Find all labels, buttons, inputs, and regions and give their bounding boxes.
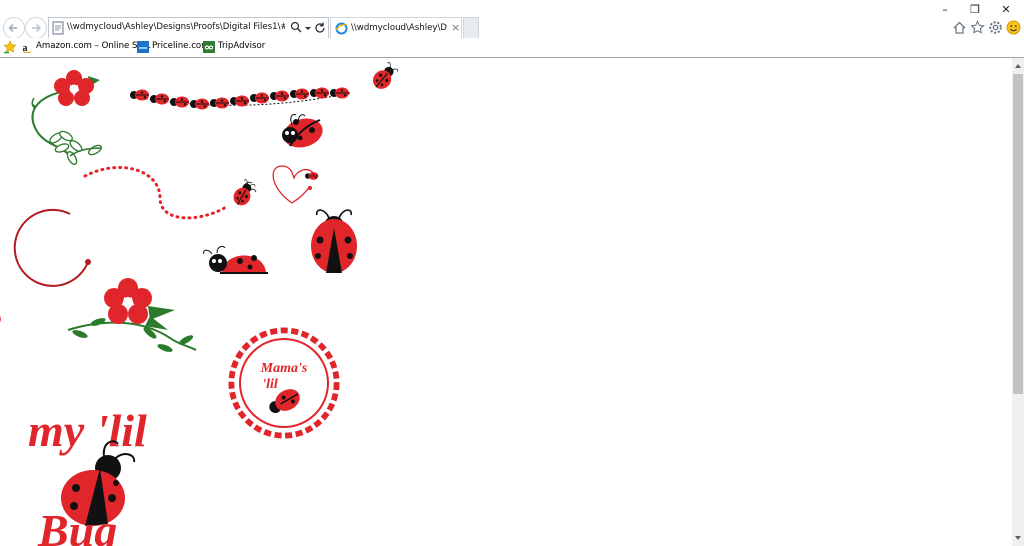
tab-title: \\wdmycloud\Ashley\Desig... [351, 23, 447, 33]
refresh-icon[interactable] [314, 21, 326, 35]
flower-vine-clipart [31, 70, 103, 165]
settings-gear-icon[interactable] [988, 20, 1003, 35]
minimize-button[interactable]: – [937, 3, 953, 17]
heart-ladybug-clipart [272, 165, 319, 204]
bug-text: Bug [37, 505, 117, 546]
address-url[interactable]: \\wdmycloud\Ashley\Designs\Proofs\Digita… [67, 22, 285, 32]
browser-toolbar: \\wdmycloud\Ashley\Designs\Proofs\Digita… [0, 0, 1024, 39]
forward-icon [32, 24, 41, 32]
ladybug-clipart [282, 114, 323, 148]
favorite-label: TripAdvisor [218, 41, 266, 51]
page-content: Mama's 'lil my 'lil Bug [0, 58, 1012, 546]
my-lil-text: my 'lil [28, 405, 147, 456]
smiley-feedback-icon[interactable] [1006, 20, 1021, 35]
mamas-lil-badge: Mama's 'lil [228, 327, 340, 439]
scroll-down-icon[interactable] [1014, 534, 1022, 542]
my-lil-bug-design: my 'lil Bug [28, 405, 147, 546]
tab-current[interactable]: \\wdmycloud\Ashley\Desig... × [330, 17, 462, 39]
back-button[interactable] [3, 17, 25, 39]
circle-frame-ladybug [0, 208, 91, 332]
search-icon[interactable] [290, 21, 302, 35]
scrollbar-thumb[interactable] [1013, 74, 1023, 394]
home-icon[interactable] [952, 20, 967, 35]
badge-text-line2: 'lil [262, 377, 278, 392]
tab-close-button[interactable]: × [451, 21, 460, 34]
restore-button[interactable]: ❐ [967, 3, 983, 17]
ladybug-clipart-image: Mama's 'lil my 'lil Bug [0, 59, 401, 546]
back-icon [8, 24, 17, 32]
tripadvisor-icon [203, 41, 215, 53]
scroll-up-icon[interactable] [1014, 62, 1022, 70]
favorite-label: Amazon.com – Online Sh... [36, 41, 152, 51]
new-tab-button[interactable] [463, 17, 479, 39]
favorites-star-icon[interactable] [970, 20, 985, 35]
favorite-label: Priceline.com [152, 41, 210, 51]
add-to-favorites-icon[interactable] [3, 40, 17, 54]
vertical-scrollbar[interactable] [1012, 58, 1024, 546]
close-button[interactable]: ✕ [998, 3, 1014, 17]
dropdown-icon[interactable] [304, 21, 312, 35]
big-ladybug-clipart [311, 209, 357, 273]
amazon-icon: a [21, 41, 33, 53]
flying-ladybug-clipart [229, 177, 258, 210]
favorites-bar: a Amazon.com – Online Sh... Priceline.co… [0, 38, 1024, 58]
forward-button[interactable] [25, 17, 47, 39]
side-ladybug-clipart [203, 245, 268, 274]
priceline-icon [137, 41, 149, 53]
address-bar[interactable]: \\wdmycloud\Ashley\Designs\Proofs\Digita… [48, 17, 329, 39]
badge-text-line1: Mama's [260, 361, 308, 376]
ie-logo-icon [335, 22, 348, 35]
ie-page-icon [52, 21, 64, 35]
ladybug-chain-border [129, 87, 351, 110]
flower-branch-clipart [67, 278, 197, 352]
